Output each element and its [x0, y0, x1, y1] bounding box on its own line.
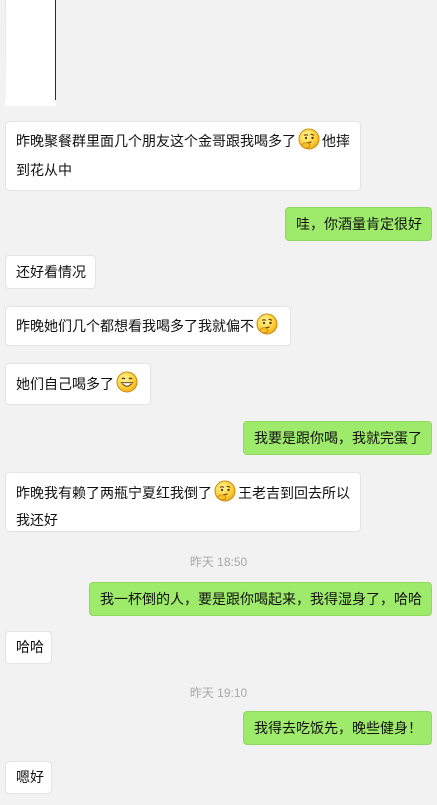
message-text: 我一杯倒的人，要是跟你喝起来，我得湿身了，哈哈: [100, 591, 422, 607]
chat-view[interactable]: 昨晚聚餐群里面几个朋友这个金哥跟我喝多了 他摔到花从中 哇，你酒量肯定很好 还好看…: [0, 0, 437, 805]
message-text: 我要是跟你喝，我就完蛋了: [254, 430, 422, 446]
message-text: 我得去吃饭先，晚些健身！: [254, 720, 422, 736]
message-bubble-incoming[interactable]: 哈哈: [5, 631, 52, 664]
message-bubble-incoming[interactable]: 昨晚聚餐群里面几个朋友这个金哥跟我喝多了 他摔到花从中: [5, 121, 361, 191]
thinking-face-emoji-icon: [214, 480, 236, 509]
message-text: 嗯好: [16, 769, 44, 785]
image-left-edge: [5, 0, 6, 100]
grinning-face-emoji-icon: [116, 371, 138, 402]
message-bubble-incoming[interactable]: 她们自己喝多了: [5, 363, 151, 405]
message-text: 哈哈: [16, 639, 44, 655]
message-bubble-incoming[interactable]: 昨晚我有赖了两瓶宁夏红我倒了 王老吉到回去所以我还好: [5, 472, 361, 532]
message-text: 昨晚聚餐群里面几个朋友这个金哥跟我喝多了: [16, 133, 296, 149]
message-bubble-outgoing[interactable]: 我得去吃饭先，晚些健身！: [243, 711, 432, 745]
thinking-face-emoji-icon: [256, 313, 278, 343]
message-bubble-incoming[interactable]: 还好看情况: [5, 255, 96, 289]
message-text: 昨晚她们几个都想看我喝多了我就偏不: [16, 318, 254, 334]
message-bubble-outgoing[interactable]: 我要是跟你喝，我就完蛋了: [243, 421, 432, 455]
timestamp: 昨天 18:50: [189, 555, 248, 569]
message-bubble-outgoing[interactable]: 我一杯倒的人，要是跟你喝起来，我得湿身了，哈哈: [89, 582, 432, 616]
message-bubble-incoming[interactable]: 昨晚她们几个都想看我喝多了我就偏不: [5, 306, 291, 346]
thinking-face-emoji-icon: [298, 128, 320, 158]
shared-image-thumbnail[interactable]: [5, 0, 56, 106]
message-text: 她们自己喝多了: [16, 376, 114, 392]
message-bubble-incoming[interactable]: 嗯好: [5, 761, 52, 794]
message-text: 还好看情况: [16, 264, 86, 280]
message-bubble-outgoing[interactable]: 哇，你酒量肯定很好: [285, 207, 432, 241]
image-right-edge: [55, 0, 56, 100]
message-text: 昨晚我有赖了两瓶宁夏红我倒了: [16, 485, 212, 501]
message-text: 哇，你酒量肯定很好: [296, 216, 422, 232]
timestamp: 昨天 19:10: [189, 686, 248, 700]
